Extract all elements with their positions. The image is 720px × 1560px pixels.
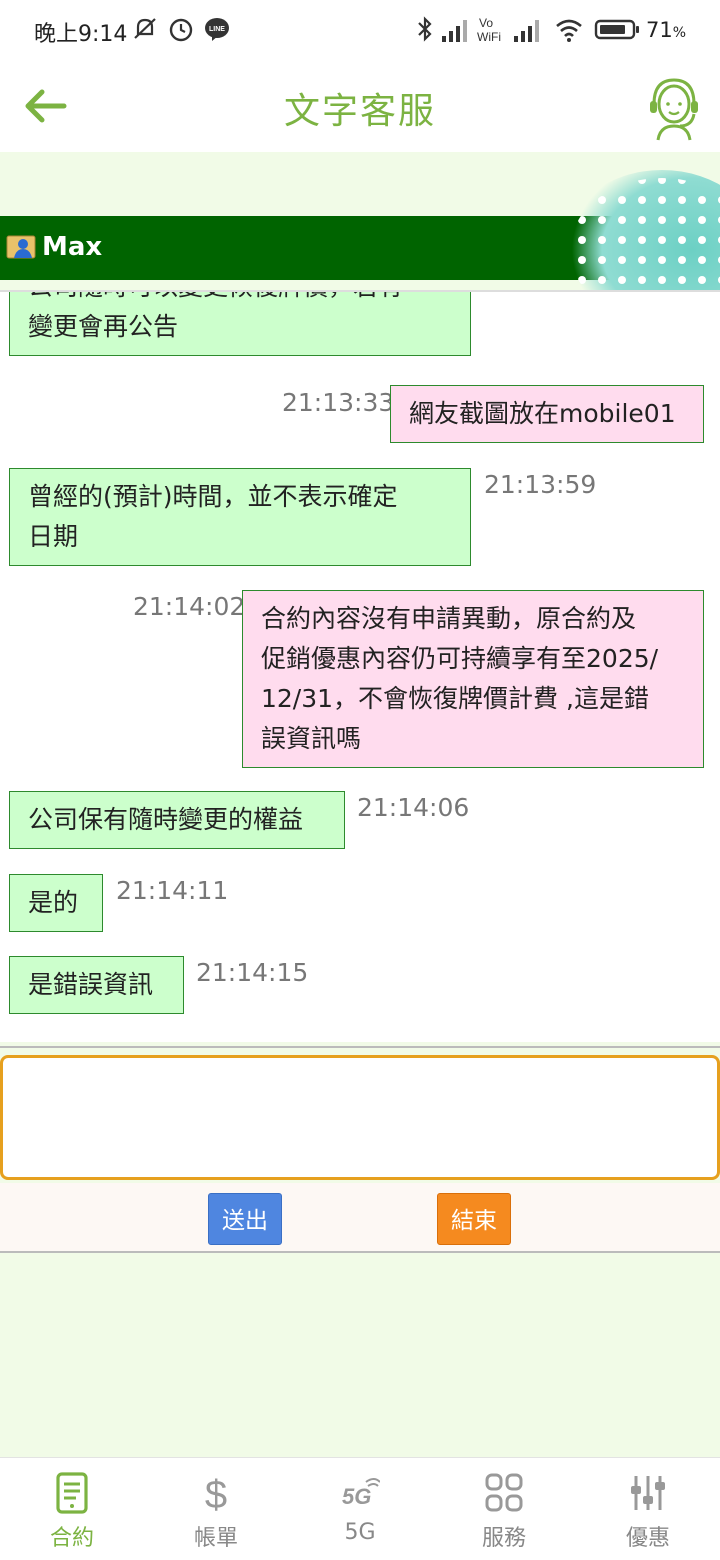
- app-header: 文字客服: [0, 64, 720, 152]
- customer-service-icon[interactable]: [644, 74, 704, 144]
- nav-label: 5G: [344, 1520, 376, 1545]
- agent-message: 是錯誤資訊: [9, 956, 184, 1014]
- message-time: 21:14:02: [133, 592, 246, 621]
- battery-percent: 71%: [646, 18, 687, 42]
- message-input[interactable]: [0, 1055, 720, 1180]
- message-text: 促銷優惠內容仍可持續享有至2025/: [261, 644, 659, 673]
- bottom-nav: 合約 $ 帳單 5G 5G 服務 優惠: [0, 1457, 720, 1560]
- vowifi-icon: Vo WiFi: [477, 16, 501, 44]
- nav-item-service[interactable]: 服務: [432, 1458, 576, 1560]
- message-list[interactable]: 公司隨時可以變更恢復牌價，若有 變更會再公告 21:13:33 網友截圖放在mo…: [0, 290, 720, 1042]
- message-text: 變更會再公告: [28, 312, 179, 341]
- svg-text:$: $: [205, 1473, 227, 1514]
- message-text: 誤資訊嗎: [261, 724, 362, 753]
- message-time: 21:14:15: [196, 958, 309, 987]
- agent-message: 公司隨時可以變更恢復牌價，若有 變更會再公告: [9, 292, 471, 356]
- end-chat-button[interactable]: 結束: [437, 1193, 511, 1245]
- signal-icon-2: [514, 20, 539, 42]
- divider: [0, 1046, 720, 1048]
- agent-name: Max: [42, 232, 103, 262]
- message-text: 網友截圖放在mobile01: [409, 399, 676, 428]
- contract-icon: [56, 1472, 88, 1514]
- message-text: 合約內容沒有申請異動，原合約及: [261, 604, 637, 633]
- nav-label: 帳單: [193, 1526, 238, 1551]
- message-text: 曾經的(預計)時間，並不表示確定: [28, 482, 398, 511]
- nav-item-contract[interactable]: 合約: [0, 1458, 144, 1560]
- wifi-icon: [556, 19, 582, 42]
- user-message: 網友截圖放在mobile01: [390, 385, 704, 443]
- svg-text:Vo: Vo: [479, 16, 493, 30]
- nav-item-5g[interactable]: 5G 5G: [288, 1458, 432, 1560]
- svg-text:LINE: LINE: [209, 26, 225, 33]
- status-bar: 晚上9:14 LINE Vo WiFi 71%: [0, 0, 720, 64]
- agent-message: 是的: [9, 874, 103, 932]
- message-text: 12/31，不會恢復牌價計費 ,這是錯: [261, 684, 649, 713]
- nav-item-offers[interactable]: 優惠: [576, 1458, 720, 1560]
- nav-label: 合約: [49, 1526, 94, 1551]
- mute-icon: [134, 18, 156, 39]
- battery-icon: [594, 19, 639, 40]
- page-title: 文字客服: [283, 91, 436, 132]
- nav-item-bill[interactable]: $ 帳單: [144, 1458, 288, 1560]
- svg-text:WiFi: WiFi: [477, 30, 501, 44]
- signal-icon: [442, 20, 467, 42]
- sliders-icon: [631, 1476, 665, 1510]
- line-app-icon: LINE: [205, 18, 229, 41]
- dollar-icon: $: [205, 1473, 227, 1514]
- alarm-icon: [169, 18, 193, 42]
- message-text: 是的: [28, 888, 79, 917]
- message-text: 日期: [28, 522, 79, 551]
- agent-message: 曾經的(預計)時間，並不表示確定 日期: [9, 468, 471, 566]
- bluetooth-icon: [418, 16, 432, 42]
- message-time: 21:13:59: [484, 470, 597, 499]
- message-time: 21:13:33: [282, 388, 395, 417]
- message-text: 是錯誤資訊: [28, 970, 154, 999]
- send-button[interactable]: 送出: [208, 1193, 282, 1245]
- 5g-icon: 5G: [342, 1478, 380, 1509]
- message-time: 21:14:06: [357, 793, 470, 822]
- nav-label: 優惠: [625, 1526, 670, 1551]
- action-bar: 送出 結束: [0, 1183, 720, 1253]
- message-text: 公司隨時可以變更恢復牌價，若有: [28, 292, 452, 307]
- message-time: 21:14:11: [116, 876, 229, 905]
- message-text: 公司保有隨時變更的權益: [28, 805, 304, 834]
- svg-text:5G: 5G: [342, 1484, 371, 1509]
- grid-icon: [485, 1473, 523, 1512]
- chat-area: Max 公司隨時可以變更恢復牌價，若有 變更會再公告 21:13:33 網友截圖…: [0, 152, 720, 1457]
- agent-message: 公司保有隨時變更的權益: [9, 791, 345, 849]
- agent-avatar-icon: [6, 235, 36, 259]
- user-message: 合約內容沒有申請異動，原合約及 促銷優惠內容仍可持續享有至2025/ 12/31…: [242, 590, 704, 768]
- nav-label: 服務: [481, 1526, 526, 1551]
- status-time: 晚上9:14: [34, 22, 128, 47]
